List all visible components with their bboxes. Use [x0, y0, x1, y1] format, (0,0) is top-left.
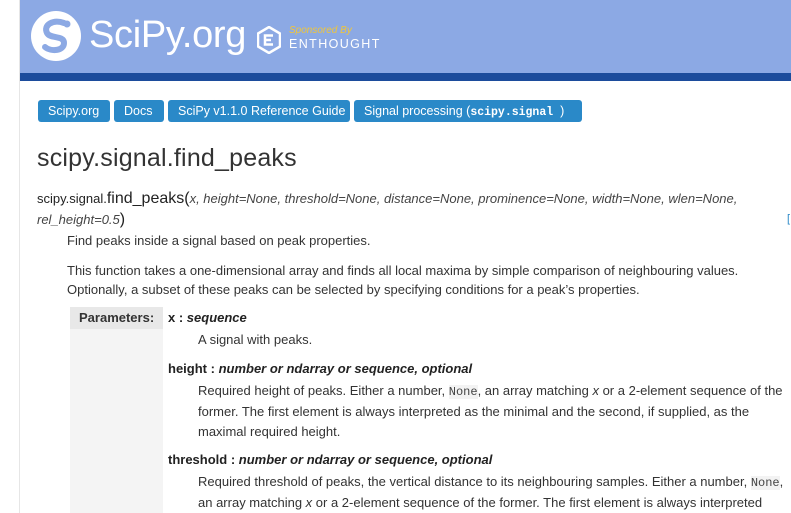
- details-text: This function takes a one-dimensional ar…: [67, 263, 739, 297]
- header-banner: SciPy.org Sponsored By ENTHOUGHT: [20, 0, 791, 73]
- source-link[interactable]: [: [787, 213, 790, 225]
- parameters-label: Parameters:: [79, 310, 155, 325]
- param-height-description: Required height of peaks. Either a numbe…: [198, 383, 783, 439]
- breadcrumb-scipy-org[interactable]: Scipy.org: [38, 100, 110, 122]
- function-signature: scipy.signal.find_peaks(x, height=None, …: [37, 190, 738, 228]
- sponsor-name[interactable]: ENTHOUGHT: [289, 37, 381, 51]
- breadcrumb-docs[interactable]: Docs: [114, 100, 164, 122]
- enthought-logo-icon[interactable]: [257, 26, 281, 54]
- param-height: height : number or ndarray or sequence, …: [168, 361, 473, 376]
- header-underline: [20, 73, 791, 81]
- signature-function-name: find_peaks: [106, 190, 185, 207]
- summary-text: Find peaks inside a signal based on peak…: [67, 233, 371, 248]
- signature-module: scipy.signal.: [37, 191, 107, 206]
- site-logo-text[interactable]: SciPy.org: [89, 13, 246, 57]
- page-frame: SciPy.org Sponsored By ENTHOUGHT Scipy.o…: [19, 0, 791, 513]
- breadcrumb-reference-guide[interactable]: SciPy v1.1.0 Reference Guide: [168, 100, 350, 122]
- signature-args-continued: rel_height=0.5: [37, 212, 120, 227]
- param-x: x : sequence: [168, 310, 247, 325]
- page-title: scipy.signal.find_peaks: [37, 144, 297, 172]
- parameters-column: [70, 307, 163, 513]
- scipy-logo-icon[interactable]: [31, 11, 81, 61]
- breadcrumb-signal-processing[interactable]: Signal processing (scipy.signal ): [354, 100, 582, 122]
- sponsor-label: Sponsored By: [289, 25, 352, 36]
- param-threshold: threshold : number or ndarray or sequenc…: [168, 452, 493, 467]
- param-x-description: A signal with peaks.: [198, 332, 313, 347]
- param-threshold-description: Required threshold of peaks, the vertica…: [198, 474, 784, 510]
- signature-args: x, height=None, threshold=None, distance…: [189, 191, 738, 206]
